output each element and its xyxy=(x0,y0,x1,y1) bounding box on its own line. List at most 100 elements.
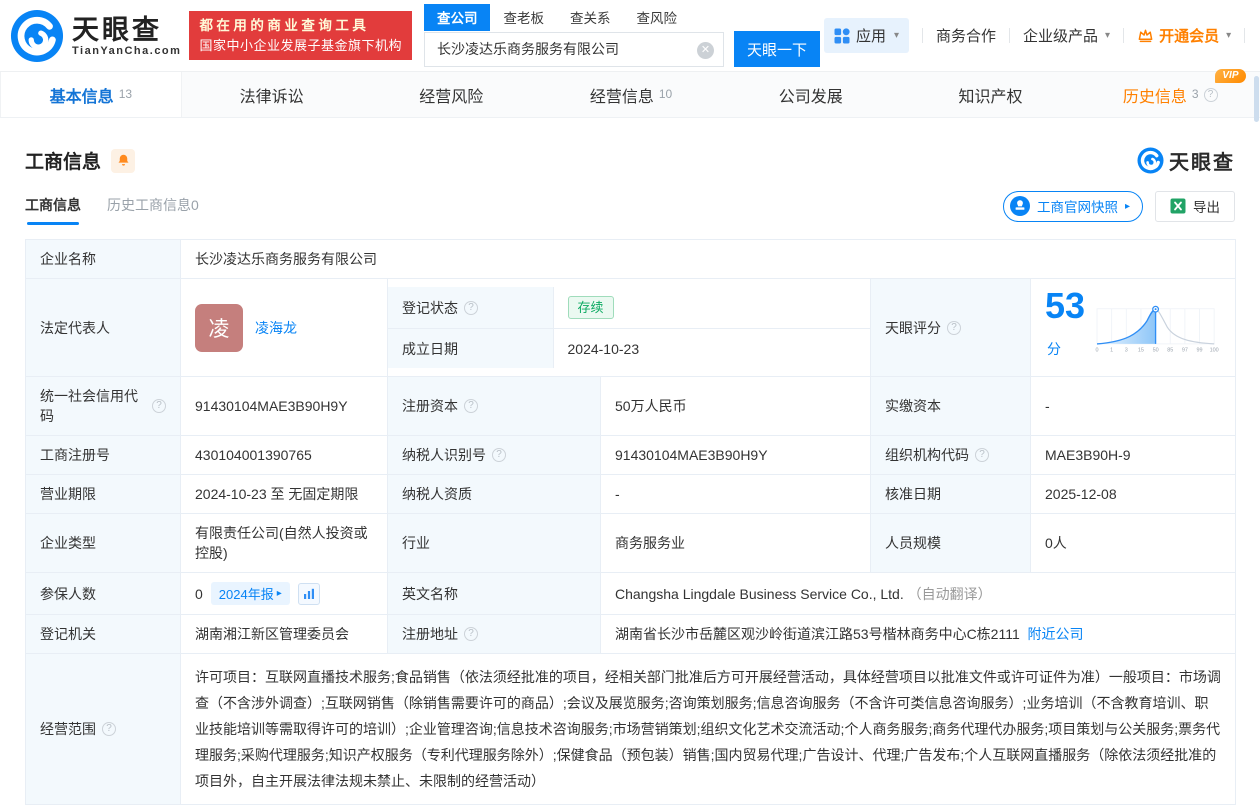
field-label-cell: 组织机构代码? xyxy=(870,435,1031,475)
field-value-cell: 湖南湘江新区管理委员会 xyxy=(180,614,388,654)
tianyancha-logo-icon xyxy=(1137,147,1164,174)
reg-status-value: 存续 xyxy=(552,287,870,330)
search-input[interactable] xyxy=(424,32,723,66)
promo-line2: 国家中小企业发展子基金旗下机构 xyxy=(199,38,402,53)
field-value-cell: 50万人民币 xyxy=(600,376,871,436)
tab-operating-info[interactable]: 经营信息 10 xyxy=(541,72,721,117)
help-icon[interactable]: ? xyxy=(975,448,989,462)
menu-open-vip[interactable]: 开通会员 ▾ xyxy=(1137,25,1231,46)
score-value: 53分 xyxy=(1045,285,1086,358)
annual-report-badge[interactable]: 2024年报 ▸ xyxy=(210,582,290,605)
field-value-cell: 0人 xyxy=(1029,513,1237,573)
apps-menu-button[interactable]: 应用 ▾ xyxy=(823,18,909,53)
english-name-value: Changsha Lingdale Business Service Co., … xyxy=(599,572,1237,615)
apps-grid-icon xyxy=(834,27,850,43)
bar-chart-icon xyxy=(303,588,314,599)
field-label-cell: 工商注册号 xyxy=(25,435,181,475)
field-label-cell: 实缴资本 xyxy=(870,376,1031,436)
vip-badge: VIP xyxy=(1215,68,1246,83)
tab-basic-info[interactable]: 基本信息 13 xyxy=(0,72,182,117)
score-distribution-chart: 0 1 3 15 50 85 97 99 100 xyxy=(1095,305,1219,353)
help-icon[interactable]: ? xyxy=(1203,87,1218,102)
field-label-cell: 核准日期 xyxy=(870,474,1031,514)
promo-line1: 都在用的商业查询工具 xyxy=(199,18,370,33)
tab-operating-risk[interactable]: 经营风险 xyxy=(361,72,541,117)
tab-history-info[interactable]: 历史信息 3 ? VIP xyxy=(1080,68,1260,117)
svg-text:97: 97 xyxy=(1182,347,1188,353)
field-value-cell: 91430104MAE3B90H9Y xyxy=(180,376,388,436)
subtab-business-info[interactable]: 工商信息 xyxy=(25,195,81,225)
svg-text:0: 0 xyxy=(1095,347,1098,353)
search-tab-boss[interactable]: 查老板 xyxy=(490,4,557,31)
menu-business-cooperation[interactable]: 商务合作 xyxy=(936,25,996,46)
menu-enterprise-products[interactable]: 企业级产品 ▾ xyxy=(1023,25,1110,46)
chevron-down-icon: ▾ xyxy=(1105,30,1111,41)
subtab-history-business-info[interactable]: 历史工商信息0 xyxy=(107,195,199,225)
avatar[interactable]: 凌 xyxy=(195,303,243,352)
tab-legal-proceedings[interactable]: 法律诉讼 xyxy=(182,72,362,117)
svg-text:50: 50 xyxy=(1152,347,1158,353)
tianyancha-logo[interactable]: 天眼查 TianYanCha.com xyxy=(10,9,181,63)
score-cell: 53分 0 1 3 15 50 85 97 99 100 xyxy=(1029,278,1237,377)
top-header: 天眼查 TianYanCha.com 都在用的商业查询工具 国家中小企业发展子基… xyxy=(0,0,1260,72)
help-icon[interactable]: ? xyxy=(947,320,961,335)
field-label-cell: 英文名称 xyxy=(387,572,601,615)
svg-text:100: 100 xyxy=(1210,347,1219,353)
table-row: 工商注册号 430104001390765 纳税人识别号? 91430104MA… xyxy=(25,435,1237,475)
table-row: 参保人数 0 2024年报 ▸ 英文名称 Changsha Lingdale B… xyxy=(25,572,1237,615)
scrollbar-thumb[interactable] xyxy=(1254,76,1259,122)
search-tab-risk[interactable]: 查风险 xyxy=(623,4,690,31)
field-label-cell: 纳税人资质 xyxy=(387,474,601,514)
search-tabs: 查公司 查老板 查关系 查风险 xyxy=(423,4,824,31)
table-row: 企业名称 长沙凌达乐商务服务有限公司 xyxy=(25,239,1237,279)
svg-text:1: 1 xyxy=(1110,347,1113,353)
field-label-cell: 企业类型 xyxy=(25,513,181,573)
status-date-nested-table: 登记状态? 存续 成立日期 2024-10-23 xyxy=(387,278,871,377)
logo-domain: TianYanCha.com xyxy=(72,44,182,57)
nearby-companies-link[interactable]: 附近公司 xyxy=(1028,626,1084,642)
svg-text:15: 15 xyxy=(1138,347,1144,353)
header-menu: 应用 ▾ 商务合作 企业级产品 ▾ 开通会员 ▾ 超级风. xyxy=(823,18,1260,53)
field-label-cell: 营业期限 xyxy=(25,474,181,514)
legal-rep-cell: 凌 凌海龙 xyxy=(180,278,388,377)
field-value-cell: 91430104MAE3B90H9Y xyxy=(600,435,871,475)
chevron-right-icon: ▸ xyxy=(276,588,282,599)
field-value-cell: 430104001390765 xyxy=(180,435,388,475)
divider xyxy=(922,28,923,43)
field-label-cell: 统一社会信用代码? xyxy=(25,376,181,436)
field-label-cell: 经营范围? xyxy=(25,653,181,805)
tab-company-development[interactable]: 公司发展 xyxy=(721,72,901,117)
bell-icon xyxy=(118,154,129,166)
export-button[interactable]: 导出 xyxy=(1155,190,1235,222)
stamp-icon xyxy=(1009,196,1030,216)
field-value-cell: 2024-10-23 至 无固定期限 xyxy=(180,474,388,514)
clear-search-icon[interactable]: ✕ xyxy=(696,41,714,59)
company-profile-tabs: 基本信息 13 法律诉讼 经营风险 经营信息 10 公司发展 知识产权 历史信息 3… xyxy=(0,68,1260,118)
help-icon[interactable]: ? xyxy=(464,627,478,641)
search-button[interactable]: 天眼一下 xyxy=(733,31,820,67)
help-icon[interactable]: ? xyxy=(152,399,166,413)
trend-chart-button[interactable] xyxy=(297,582,320,605)
table-row: 登记机关 湖南湘江新区管理委员会 注册地址? 湖南省长沙市岳麓区观沙岭街道滨江路… xyxy=(25,614,1237,654)
search-tab-relation[interactable]: 查关系 xyxy=(557,4,624,31)
monitor-bell-button[interactable] xyxy=(111,148,136,173)
chevron-down-icon: ▾ xyxy=(1226,30,1232,41)
tab-intellectual-property[interactable]: 知识产权 xyxy=(901,72,1081,117)
help-icon[interactable]: ? xyxy=(464,399,478,413)
divider xyxy=(1123,28,1125,43)
svg-text:99: 99 xyxy=(1196,347,1202,353)
legal-rep-link[interactable]: 凌海龙 xyxy=(255,318,297,338)
main-content: 工商信息 天眼查 工商信息 历史工商信息0 工商官网快照 ▸ 导出 企业名称 长… xyxy=(0,146,1260,805)
table-row: 法定代表人 凌 凌海龙 登记状态? 存续 成立日期 2024-10-23 天眼评… xyxy=(25,278,1237,377)
svg-text:3: 3 xyxy=(1125,347,1128,353)
divider xyxy=(1244,28,1246,43)
search-tab-company[interactable]: 查公司 xyxy=(423,4,491,31)
field-label-cell: 成立日期 xyxy=(388,328,554,368)
excel-icon xyxy=(1170,198,1186,214)
help-icon[interactable]: ? xyxy=(102,722,116,736)
field-value-cell: 有限责任公司(自然人投资或控股) xyxy=(180,513,388,573)
auto-translate-note: （自动翻译） xyxy=(907,585,992,602)
help-icon[interactable]: ? xyxy=(492,448,506,462)
help-icon[interactable]: ? xyxy=(464,300,478,315)
official-snapshot-button[interactable]: 工商官网快照 ▸ xyxy=(1002,190,1143,222)
